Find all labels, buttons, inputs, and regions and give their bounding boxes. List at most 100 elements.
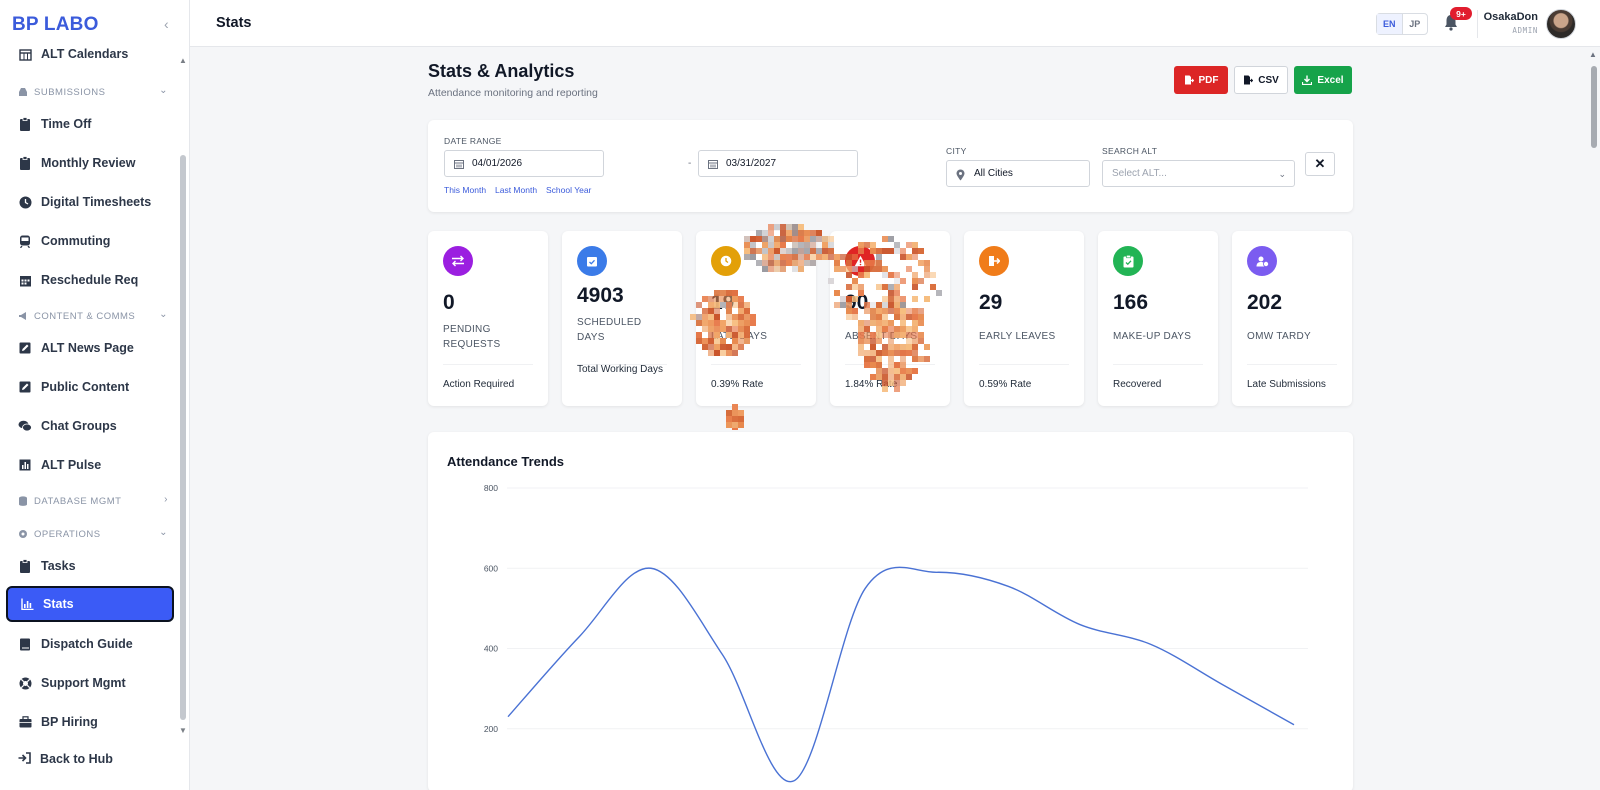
artifact-pixel — [738, 422, 744, 428]
lang-jp-button[interactable]: JP — [1403, 14, 1428, 34]
stat-card-absent-days: 90 ABSENT DAYS 1.84% Rate — [830, 231, 950, 406]
artifact-pixel — [726, 416, 732, 422]
artifact-pixel — [732, 416, 738, 422]
export-csv-button[interactable]: CSV — [1234, 66, 1288, 94]
sidebar-item-support-mgmt[interactable]: Support Mgmt — [6, 665, 174, 701]
avatar[interactable] — [1546, 9, 1576, 39]
sidebar-item-alt-pulse[interactable]: ALT Pulse — [6, 447, 174, 483]
stat-card-omw-tardy: 202 OMW TARDY Late Submissions — [1232, 231, 1352, 406]
sidebar-item-label: Digital Timesheets — [41, 195, 152, 209]
sidebar-item-label: ALT Pulse — [41, 458, 102, 472]
artifact-pixel — [738, 410, 744, 416]
artifact-pixel — [738, 410, 744, 416]
artifact-pixel — [732, 416, 738, 422]
artifact-pixel — [780, 224, 786, 230]
collapse-sidebar-icon[interactable]: ‹ — [164, 16, 169, 32]
quick-school-year-link[interactable]: School Year — [546, 185, 591, 195]
artifact-pixel — [732, 410, 738, 416]
date-from-input[interactable]: 04/01/2026 — [444, 150, 604, 177]
sidebar-item-dispatch-guide[interactable]: Dispatch Guide — [6, 626, 174, 662]
city-select[interactable]: All Cities — [946, 160, 1090, 187]
stat-card-early-leaves: 29 EARLY LEAVES 0.59% Rate — [964, 231, 1084, 406]
sidebar-item-commuting[interactable]: Commuting — [6, 223, 174, 259]
artifact-pixel — [738, 422, 744, 428]
sidebar-item-time-off[interactable]: Time Off — [6, 106, 174, 142]
artifact-pixel — [732, 428, 738, 430]
sidebar-item-monthly-review[interactable]: Monthly Review — [6, 145, 174, 181]
artifact-pixel — [732, 416, 738, 422]
scroll-down-icon[interactable]: ▼ — [179, 726, 187, 735]
sign-in-icon — [18, 752, 32, 766]
artifact-pixel — [732, 410, 738, 416]
quick-this-month-link[interactable]: This Month — [444, 185, 486, 195]
scroll-up-icon[interactable]: ▲ — [1589, 50, 1597, 59]
artifact-pixel — [732, 416, 738, 422]
stat-footer: Recovered — [1113, 379, 1162, 390]
section-submissions[interactable]: SUBMISSIONS ⌄ — [18, 83, 168, 101]
sidebar-item-alt-calendars[interactable]: ALT Calendars — [6, 46, 174, 72]
sidebar-item-label: Reschedule Req — [41, 273, 139, 287]
artifact-pixel — [732, 422, 738, 428]
artifact-pixel — [732, 410, 738, 416]
section-content-comms[interactable]: CONTENT & COMMS ⌄ — [18, 307, 168, 325]
lang-en-button[interactable]: EN — [1377, 14, 1403, 34]
artifact-pixel — [738, 416, 744, 422]
divider — [443, 364, 533, 365]
artifact-pixel — [738, 410, 744, 416]
artifact-pixel — [732, 410, 738, 416]
stat-footer: Action Required — [443, 379, 515, 390]
main-scroll-thumb[interactable] — [1591, 66, 1597, 148]
sidebar-item-alt-news-page[interactable]: ALT News Page — [6, 330, 174, 366]
artifact-pixel — [726, 416, 732, 422]
sidebar-item-public-content[interactable]: Public Content — [6, 369, 174, 405]
artifact-pixel — [732, 410, 738, 416]
clear-filters-button[interactable]: ✕ — [1305, 152, 1335, 176]
artifact-pixel — [732, 422, 738, 428]
stat-label: PENDING REQUESTS — [443, 324, 501, 350]
artifact-pixel — [732, 410, 738, 416]
scroll-up-icon[interactable]: ▲ — [179, 56, 187, 65]
calendar-check-icon — [577, 246, 607, 276]
export-excel-button[interactable]: Excel — [1294, 66, 1352, 94]
section-operations[interactable]: OPERATIONS ⌄ — [18, 525, 168, 543]
artifact-pixel — [738, 416, 744, 422]
divider — [979, 364, 1069, 365]
artifact-pixel — [732, 428, 738, 430]
artifact-pixel — [816, 254, 822, 260]
artifact-pixel — [738, 422, 744, 428]
search-alt-select[interactable]: Select ALT... ⌄ — [1102, 160, 1295, 187]
export-pdf-button[interactable]: PDF — [1174, 66, 1228, 94]
artifact-pixel — [738, 422, 744, 428]
brand-logo[interactable]: BP LABO — [12, 14, 99, 36]
artifact-pixel — [732, 422, 738, 428]
stat-value: 202 — [1247, 291, 1283, 314]
sidebar-item-chat-groups[interactable]: Chat Groups — [6, 408, 174, 444]
artifact-pixel — [774, 224, 780, 230]
sidebar-item-bp-hiring[interactable]: BP Hiring — [6, 704, 174, 740]
artifact-pixel — [726, 422, 732, 428]
artifact-pixel — [738, 410, 744, 416]
sidebar-item-reschedule-req[interactable]: Reschedule Req — [6, 262, 174, 298]
sidebar-scroll-thumb[interactable] — [180, 155, 186, 720]
artifact-pixel — [732, 428, 738, 430]
artifact-pixel — [732, 416, 738, 422]
sidebar-item-stats[interactable]: Stats — [6, 586, 174, 622]
date-to-input[interactable]: 03/31/2027 — [698, 150, 858, 177]
user-name[interactable]: OsakaDon — [1438, 11, 1538, 23]
user-clock-icon — [1247, 246, 1277, 276]
sidebar-item-tasks[interactable]: Tasks — [6, 548, 174, 584]
artifact-pixel — [732, 410, 738, 416]
artifact-pixel — [732, 428, 738, 430]
artifact-pixel — [732, 410, 738, 416]
artifact-pixel — [738, 410, 744, 416]
stat-card-pending-requests: 0 PENDING REQUESTS Action Required — [428, 231, 548, 406]
stat-footer: Late Submissions — [1247, 379, 1326, 390]
back-to-hub-link[interactable]: Back to Hub — [18, 752, 113, 766]
quick-last-month-link[interactable]: Last Month — [495, 185, 537, 195]
sidebar-item-digital-timesheets[interactable]: Digital Timesheets — [6, 184, 174, 220]
stat-label: OMW TARDY — [1247, 331, 1311, 342]
artifact-pixel — [732, 410, 738, 416]
section-database-mgmt[interactable]: DATABASE MGMT › — [18, 492, 168, 510]
sidebar-item-label: Dispatch Guide — [41, 637, 133, 651]
language-toggle[interactable]: EN JP — [1376, 13, 1428, 35]
